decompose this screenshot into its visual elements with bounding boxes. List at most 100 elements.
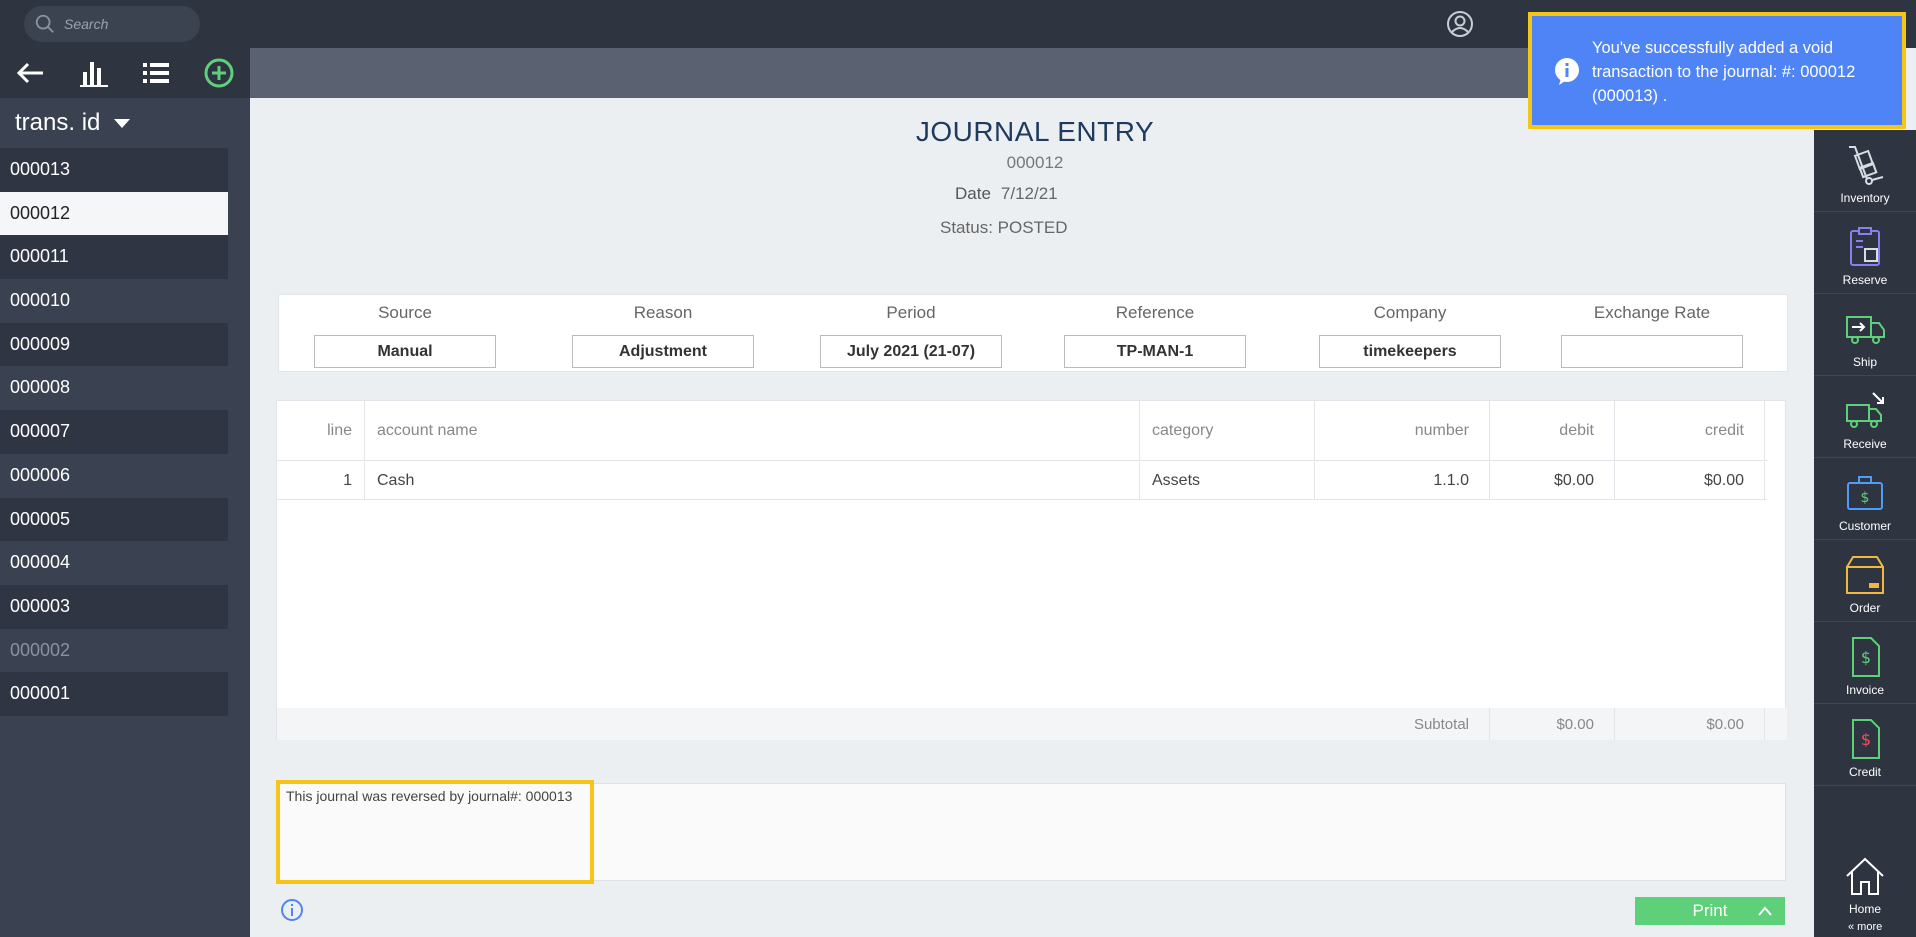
info-icon bbox=[1555, 58, 1579, 85]
reports-button[interactable] bbox=[63, 48, 126, 98]
nav-home[interactable]: Home bbox=[1814, 840, 1916, 922]
reference-label: Reference bbox=[1115, 303, 1195, 322]
chevron-down-icon bbox=[114, 118, 131, 128]
row-account-name: Cash bbox=[365, 462, 1140, 499]
transaction-list: 000013 000012 000011 000010 000009 000008 0000… bbox=[0, 148, 250, 716]
table-header: line account name category number debit … bbox=[277, 401, 1767, 461]
reference-value[interactable]: TP-MAN-1 bbox=[1064, 335, 1246, 368]
module-sidebar: Inventory Reserve Ship Receive $ Custome… bbox=[1814, 130, 1916, 937]
nav-receive-label: Receive bbox=[1843, 437, 1887, 451]
company-value[interactable]: timekeepers bbox=[1319, 335, 1501, 368]
period-value[interactable]: July 2021 (21-07) bbox=[820, 335, 1002, 368]
transaction-item[interactable]: 000008 bbox=[0, 366, 228, 411]
transaction-item[interactable]: 000009 bbox=[0, 322, 228, 367]
source-value[interactable]: Manual bbox=[314, 335, 496, 368]
transaction-item[interactable]: 000010 bbox=[0, 279, 228, 323]
clipboard-box-icon bbox=[1850, 227, 1880, 266]
transaction-item[interactable]: 000012 bbox=[0, 191, 228, 236]
nav-inventory[interactable]: Inventory bbox=[1814, 130, 1916, 212]
svg-text:$: $ bbox=[1861, 490, 1870, 506]
header-credit[interactable]: credit bbox=[1615, 401, 1765, 460]
nav-credit-label: Credit bbox=[1848, 765, 1881, 779]
journal-lines-table: line account name category number debit … bbox=[276, 400, 1787, 740]
nav-invoice[interactable]: $ Invoice bbox=[1814, 622, 1916, 704]
chevron-up-icon[interactable] bbox=[1757, 903, 1773, 919]
transaction-item[interactable]: 000001 bbox=[0, 672, 228, 716]
search-input[interactable] bbox=[64, 16, 184, 32]
transaction-item[interactable]: 000007 bbox=[0, 410, 228, 454]
sort-label: trans. id bbox=[15, 109, 101, 136]
header-debit[interactable]: debit bbox=[1490, 401, 1615, 460]
nav-ship[interactable]: Ship bbox=[1814, 294, 1916, 376]
transaction-item[interactable]: 000011 bbox=[0, 235, 228, 280]
transaction-item[interactable]: 000004 bbox=[0, 541, 228, 585]
transaction-item[interactable]: 000006 bbox=[0, 453, 228, 498]
customer-briefcase-icon: $ bbox=[1847, 476, 1883, 510]
nav-inventory-label: Inventory bbox=[1840, 191, 1890, 205]
exchange-rate-value[interactable] bbox=[1561, 335, 1743, 368]
back-arrow-icon bbox=[17, 62, 44, 84]
nav-customer[interactable]: $ Customer bbox=[1814, 458, 1916, 540]
row-credit: $0.00 bbox=[1615, 462, 1765, 499]
invoice-dollar-icon: $ bbox=[1852, 637, 1880, 677]
header-line[interactable]: line bbox=[277, 401, 365, 460]
user-circle-icon[interactable] bbox=[1446, 10, 1474, 38]
info-icon[interactable] bbox=[280, 898, 304, 922]
header-account-name[interactable]: account name bbox=[365, 401, 1140, 460]
transaction-item[interactable]: 000002 bbox=[0, 628, 228, 673]
toast-message: You've successfully added a void transac… bbox=[1592, 39, 1856, 105]
period-label: Period bbox=[886, 303, 936, 322]
add-circle-icon bbox=[204, 58, 234, 88]
journal-meta: Source Manual Reason Adjustment Period J… bbox=[278, 294, 1788, 372]
journal-number: 000012 bbox=[1006, 153, 1064, 172]
date-value: 7/12/21 bbox=[1000, 184, 1058, 203]
reference-field: Reference TP-MAN-1 bbox=[1064, 295, 1246, 368]
nav-reserve[interactable]: Reserve bbox=[1814, 212, 1916, 294]
period-field: Period July 2021 (21-07) bbox=[820, 295, 1002, 368]
exchange-rate-label: Exchange Rate bbox=[1593, 303, 1711, 322]
sidebar-toolbar bbox=[0, 48, 250, 98]
sort-dropdown[interactable]: trans. id bbox=[0, 98, 250, 148]
source-field: Source Manual bbox=[314, 295, 496, 368]
journal-entry-panel: JOURNAL ENTRY 000012 Date 7/12/21 Status:… bbox=[250, 98, 1814, 937]
row-category: Assets bbox=[1140, 462, 1315, 499]
nav-customer-label: Customer bbox=[1838, 519, 1891, 533]
nav-reserve-label: Reserve bbox=[1842, 273, 1888, 287]
nav-invoice-label: Invoice bbox=[1845, 683, 1885, 697]
success-toast[interactable]: You've successfully added a void transac… bbox=[1528, 12, 1906, 129]
nav-credit[interactable]: $ Credit bbox=[1814, 704, 1916, 786]
reason-value[interactable]: Adjustment bbox=[572, 335, 754, 368]
dolly-icon bbox=[1849, 146, 1884, 185]
status-text: Status: POSTED bbox=[940, 218, 1068, 237]
subtotal-spacer bbox=[277, 708, 1315, 740]
nav-receive[interactable]: Receive bbox=[1814, 376, 1916, 458]
subtotal-label: Subtotal bbox=[1315, 708, 1490, 740]
back-button[interactable] bbox=[0, 48, 63, 98]
nav-order[interactable]: Order bbox=[1814, 540, 1916, 622]
nav-home-label: Home bbox=[1848, 902, 1881, 916]
receive-truck-icon bbox=[1846, 392, 1884, 428]
more-link[interactable]: « more bbox=[1848, 921, 1882, 933]
header-number[interactable]: number bbox=[1315, 401, 1490, 460]
list-icon bbox=[143, 63, 170, 83]
search-box[interactable] bbox=[24, 6, 200, 42]
transaction-item[interactable]: 000013 bbox=[0, 148, 228, 192]
list-view-button[interactable] bbox=[125, 48, 188, 98]
notes-text: This journal was reversed by journal#: 0… bbox=[286, 788, 573, 804]
header-category[interactable]: category bbox=[1140, 401, 1315, 460]
reason-field: Reason Adjustment bbox=[572, 295, 754, 368]
add-button[interactable] bbox=[188, 48, 251, 98]
source-label: Source bbox=[378, 303, 432, 322]
subtotal-debit: $0.00 bbox=[1490, 708, 1615, 740]
print-button[interactable]: Print bbox=[1635, 897, 1785, 925]
svg-text:$: $ bbox=[1861, 648, 1871, 667]
transaction-sidebar: trans. id 000013 000012 000011 000010 000009… bbox=[0, 48, 250, 937]
subtotal-row: Subtotal $0.00 $0.00 bbox=[277, 708, 1787, 740]
search-icon bbox=[35, 14, 54, 33]
table-row[interactable]: 1 Cash Assets 1.1.0 $0.00 $0.00 bbox=[277, 462, 1767, 500]
transaction-item[interactable]: 000003 bbox=[0, 584, 228, 629]
credit-dollar-icon: $ bbox=[1852, 719, 1880, 759]
transaction-item[interactable]: 000005 bbox=[0, 497, 228, 542]
reason-label: Reason bbox=[633, 303, 693, 322]
ship-truck-icon bbox=[1846, 316, 1885, 344]
